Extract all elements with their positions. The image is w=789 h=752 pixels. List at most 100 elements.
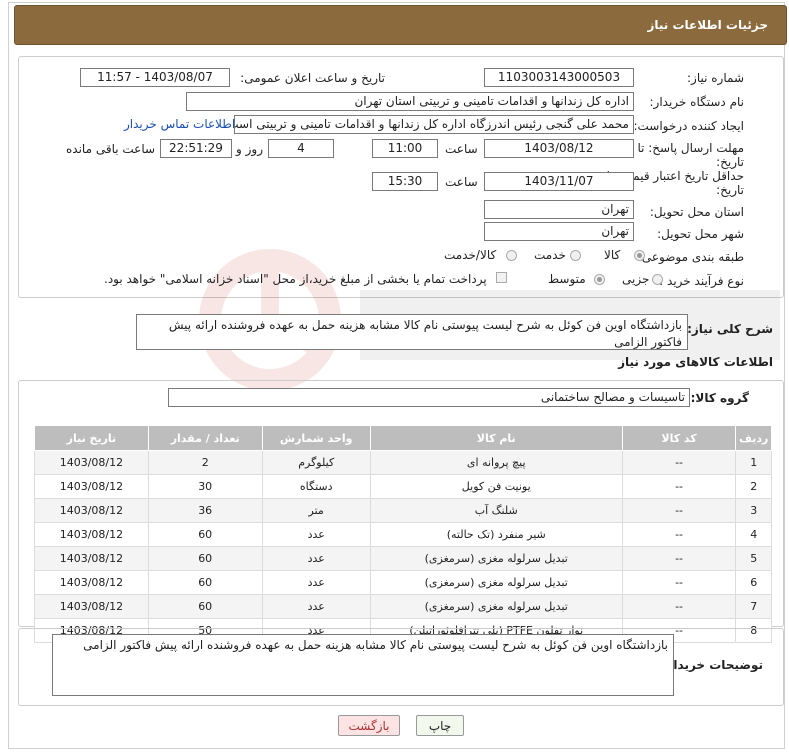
quantity-cell: 30	[147, 474, 263, 499]
deadline-time-field: 11:00	[372, 139, 438, 158]
validity-date-label: تاریخ:	[716, 183, 744, 197]
table-row: 4 -- شیر منفرد (تک حالته) عدد 60 1403/08/12	[34, 522, 772, 547]
row-number-cell: 4	[735, 522, 772, 547]
deadline-time-label: ساعت	[445, 142, 478, 156]
category-service-radio[interactable]	[570, 250, 581, 261]
process-minor-label: جزیی	[622, 272, 650, 286]
code-cell: --	[621, 546, 737, 571]
province-label: استان محل تحویل:	[649, 205, 744, 219]
need-date-cell: 1403/08/12	[34, 570, 149, 595]
goods-table: ردیف کد کالا نام کالا واحد شمارش تعداد /…	[34, 425, 772, 643]
description-textarea: بازداشتگاه اوین فن کوئل به شرح لیست پیوس…	[136, 314, 688, 350]
deadline-date-field: 1403/08/12	[484, 139, 634, 158]
remaining-time-field: 22:51:29	[160, 139, 232, 158]
treasury-payment-checkbox[interactable]	[496, 272, 507, 283]
col-name: نام کالا	[369, 425, 623, 451]
unit-cell: عدد	[261, 522, 371, 547]
need-number-field: 1103003143000503	[484, 68, 634, 87]
validity-time-field: 15:30	[372, 172, 438, 191]
goods-section-title: اطلاعات کالاهای مورد نیاز	[618, 355, 773, 369]
contact-info-link[interactable]: اطلاعات تماس خریدار	[124, 117, 235, 131]
province-field: تهران	[484, 200, 634, 219]
row-number-cell: 5	[735, 546, 772, 571]
unit-cell: عدد	[261, 570, 371, 595]
remaining-label: ساعت باقی مانده	[66, 142, 156, 156]
announce-label: تاریخ و ساعت اعلان عمومی:	[240, 71, 385, 85]
table-row: 2 -- یونیت فن کویل دستگاه 30 1403/08/12	[34, 474, 772, 499]
name-cell: تبدیل سرلوله مغزی (سرمغزی)	[369, 594, 623, 619]
row-number-cell: 1	[735, 450, 772, 475]
process-label: نوع فرآیند خرید :	[659, 274, 744, 288]
unit-cell: عدد	[261, 594, 371, 619]
table-row: 7 -- تبدیل سرلوله مغزی (سرمغزی) عدد 60 1403/0…	[34, 594, 772, 619]
category-service-label: خدمت	[534, 248, 566, 262]
deadline-date-label: تاریخ:	[716, 155, 744, 169]
need-number-label: شماره نیاز:	[687, 71, 744, 85]
validity-date-field: 1403/11/07	[484, 172, 634, 191]
name-cell: شلنگ آب	[369, 498, 623, 523]
table-row: 1 -- پیچ پروانه ای کیلوگرم 2 1403/08/12	[34, 450, 772, 475]
row-number-cell: 3	[735, 498, 772, 523]
unit-cell: عدد	[261, 546, 371, 571]
category-label: طبقه بندی موضوعی:	[637, 250, 744, 264]
category-both-radio[interactable]	[506, 250, 517, 261]
row-number-cell: 6	[735, 570, 772, 595]
quantity-cell: 60	[147, 570, 263, 595]
need-date-cell: 1403/08/12	[34, 546, 149, 571]
goods-group-field: تاسیسات و مصالح ساختمانی	[168, 388, 690, 407]
back-button[interactable]: بازگشت	[338, 715, 400, 736]
unit-cell: دستگاه	[261, 474, 371, 499]
creator-label: ایجاد کننده درخواست:	[633, 119, 744, 133]
name-cell: شیر منفرد (تک حالته)	[369, 522, 623, 547]
name-cell: پیچ پروانه ای	[369, 450, 623, 475]
code-cell: --	[621, 450, 737, 475]
process-medium-label: متوسط	[548, 272, 586, 286]
category-both-label: کالا/خدمت	[444, 248, 497, 262]
treasury-payment-note: پرداخت تمام یا بخشی از مبلغ خرید،از محل …	[104, 272, 487, 286]
col-code: کد کالا	[621, 425, 737, 451]
name-cell: تبدیل سرلوله مغزی (سرمغزی)	[369, 546, 623, 571]
print-button[interactable]: چاپ	[416, 715, 464, 736]
row-number-cell: 2	[735, 474, 772, 499]
quantity-cell: 36	[147, 498, 263, 523]
buyer-notes-label: توضیحات خریدار:	[661, 658, 763, 672]
row-number-cell: 7	[735, 594, 772, 619]
buyer-org-label: نام دستگاه خریدار:	[649, 95, 745, 109]
code-cell: --	[621, 522, 737, 547]
city-label: شهر محل تحویل:	[657, 227, 744, 241]
buyer-org-field: اداره کل زندانها و اقدامات تامینی و تربی…	[186, 92, 634, 111]
table-row: 5 -- تبدیل سرلوله مغزی (سرمغزی) عدد 60 1403/0…	[34, 546, 772, 571]
col-row-number: ردیف	[735, 425, 772, 451]
validity-time-label: ساعت	[445, 175, 478, 189]
process-medium-radio[interactable]	[594, 274, 605, 285]
goods-group-label: گروه کالا:	[690, 391, 749, 405]
page-title: جزئیات اطلاعات نیاز	[647, 18, 768, 32]
unit-cell: متر	[261, 498, 371, 523]
need-date-cell: 1403/08/12	[34, 594, 149, 619]
description-label: شرح کلی نیاز:	[687, 322, 773, 336]
need-date-cell: 1403/08/12	[34, 450, 149, 475]
code-cell: --	[621, 570, 737, 595]
page-header: جزئیات اطلاعات نیاز	[14, 5, 787, 45]
table-row: 6 -- تبدیل سرلوله مغزی (سرمغزی) عدد 60 1403/0…	[34, 570, 772, 595]
category-goods-radio[interactable]	[634, 250, 645, 261]
quantity-cell: 60	[147, 522, 263, 547]
code-cell: --	[621, 498, 737, 523]
creator-field: محمد علی گنجی رئیس اندرزگاه اداره کل زند…	[234, 115, 634, 134]
col-need-date: تاریخ نیاز	[34, 425, 149, 451]
quantity-cell: 60	[147, 594, 263, 619]
days-field: 4	[268, 139, 334, 158]
quantity-cell: 2	[147, 450, 263, 475]
goods-table-header: ردیف کد کالا نام کالا واحد شمارش تعداد /…	[34, 425, 772, 451]
buyer-notes-textarea: بازداشتگاه اوین فن کوئل به شرح لیست پیوس…	[52, 634, 674, 696]
deadline-label: مهلت ارسال پاسخ: تا	[637, 141, 744, 155]
announce-datetime-field: 1403/08/07 - 11:57	[80, 68, 230, 87]
process-minor-radio[interactable]	[652, 274, 663, 285]
city-field: تهران	[484, 222, 634, 241]
need-date-cell: 1403/08/12	[34, 474, 149, 499]
name-cell: یونیت فن کویل	[369, 474, 623, 499]
need-date-cell: 1403/08/12	[34, 498, 149, 523]
unit-cell: کیلوگرم	[261, 450, 371, 475]
col-unit: واحد شمارش	[261, 425, 371, 451]
days-label: روز و	[236, 142, 263, 156]
